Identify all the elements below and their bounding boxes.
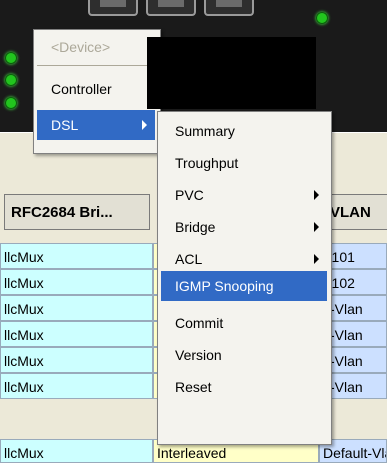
menu-item-dsl-label: DSL: [51, 117, 79, 133]
menu-item-bridge[interactable]: Bridge: [161, 212, 327, 242]
menu-item-device: <Device>: [51, 39, 111, 55]
menu-item-reset[interactable]: Reset: [161, 372, 327, 402]
menu-item-summary[interactable]: Summary: [161, 116, 327, 146]
menu-item-commit[interactable]: Commit: [161, 308, 327, 338]
menu-item-pvc[interactable]: PVC: [161, 180, 327, 210]
menu-item-controller[interactable]: Controller: [37, 74, 155, 104]
submenu-arrow-icon: [314, 254, 319, 264]
ethernet-port-icon: [88, 0, 138, 16]
encap-cell: llcMux: [0, 243, 153, 269]
menu-item-igmp-snooping[interactable]: IGMP Snooping: [161, 271, 327, 301]
ethernet-port-icon: [146, 0, 196, 16]
encap-cell: llcMux: [0, 347, 153, 373]
status-led-icon: [5, 74, 17, 86]
menu-separator: [37, 65, 155, 66]
encap-cell: llcMux: [0, 439, 153, 463]
status-led-icon: [316, 12, 328, 24]
menu-item-dsl[interactable]: DSL: [37, 110, 155, 140]
column-header-rfc2684[interactable]: RFC2684 Bri...: [4, 194, 150, 230]
encap-cell: llcMux: [0, 295, 153, 321]
menu-item-troughput[interactable]: Troughput: [161, 148, 327, 178]
menu-item-pvc-label: PVC: [175, 187, 204, 203]
redacted-area: [147, 37, 316, 109]
ethernet-port-icon: [204, 0, 254, 16]
encap-cell: llcMux: [0, 321, 153, 347]
submenu-arrow-icon: [314, 190, 319, 200]
encap-cell: llcMux: [0, 373, 153, 399]
submenu-arrow-icon: [314, 222, 319, 232]
status-led-icon: [5, 97, 17, 109]
dsl-submenu: Summary Troughput PVC Bridge ACL IGMP Sn…: [157, 111, 332, 445]
menu-item-bridge-label: Bridge: [175, 219, 216, 235]
encap-cell: llcMux: [0, 269, 153, 295]
submenu-arrow-icon: [142, 120, 147, 130]
menu-item-version[interactable]: Version: [161, 340, 327, 370]
menu-item-acl[interactable]: ACL: [161, 244, 327, 274]
status-led-icon: [5, 52, 17, 64]
context-menu: <Device> Controller DSL: [33, 29, 161, 154]
menu-item-acl-label: ACL: [175, 251, 203, 267]
